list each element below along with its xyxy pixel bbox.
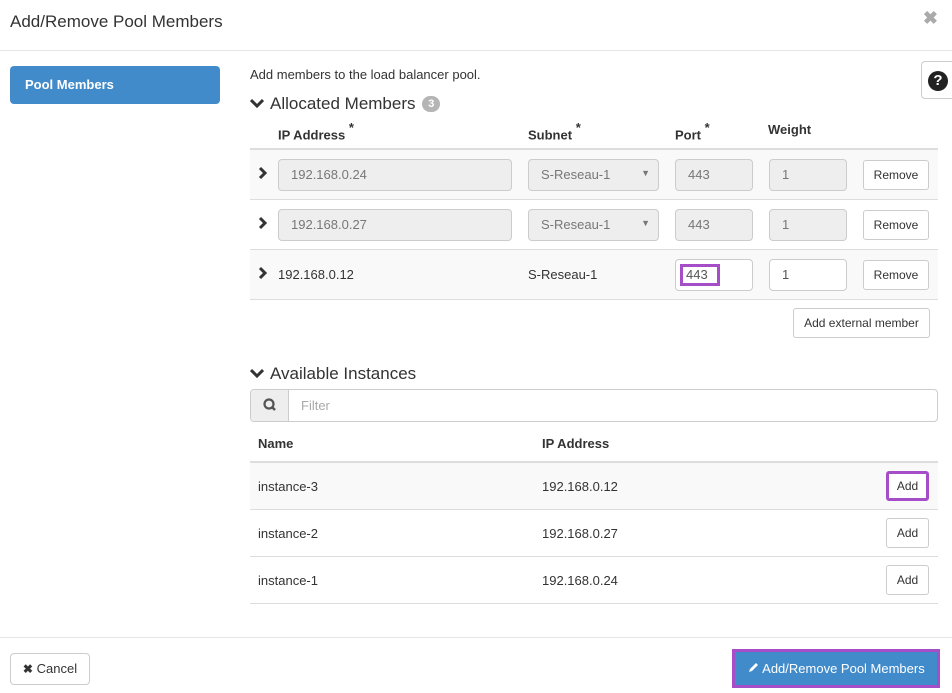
question-circle-icon: ? xyxy=(928,71,948,91)
chevron-right-icon[interactable] xyxy=(258,166,270,182)
allocated-members-toggle[interactable]: Allocated Members 3 xyxy=(249,93,441,114)
member-port-field: 443 xyxy=(675,159,753,191)
cancel-button[interactable]: ✖ Cancel xyxy=(10,653,90,685)
close-icon[interactable]: ✖ xyxy=(923,9,938,27)
member-row: 192.168.0.27 S-Reseau-1 ▼ 443 1 Remove xyxy=(250,200,938,250)
dropdown-arrow-icon: ▼ xyxy=(641,218,650,228)
instance-row: instance-1 192.168.0.24 Add xyxy=(250,557,938,604)
chevron-right-icon[interactable] xyxy=(258,216,270,232)
close-icon: ✖ xyxy=(22,662,33,676)
instance-name: instance-2 xyxy=(258,526,318,541)
allocated-members-title: Allocated Members xyxy=(270,94,416,113)
available-instances-title: Available Instances xyxy=(270,364,417,383)
search-icon xyxy=(251,390,289,421)
remove-button[interactable]: Remove xyxy=(863,210,929,240)
pencil-icon xyxy=(747,653,759,686)
member-subnet-select: S-Reseau-1 ▼ xyxy=(528,209,659,241)
highlight-box xyxy=(680,264,720,286)
filter-input[interactable] xyxy=(290,390,936,421)
column-subnet: Subnet * xyxy=(528,120,581,143)
dropdown-arrow-icon: ▼ xyxy=(641,168,650,178)
member-ip-text: 192.168.0.12 xyxy=(278,267,354,282)
instance-row: instance-3 192.168.0.12 Add xyxy=(250,463,938,510)
member-subnet-text: S-Reseau-1 xyxy=(528,267,598,282)
instance-ip: 192.168.0.12 xyxy=(542,479,618,494)
help-button[interactable]: ? xyxy=(921,61,952,99)
column-port: Port * xyxy=(675,120,710,143)
filter-group xyxy=(250,389,938,422)
instance-row: instance-2 192.168.0.27 Add xyxy=(250,510,938,557)
chevron-right-icon[interactable] xyxy=(258,266,270,282)
member-port-field: 443 xyxy=(675,209,753,241)
remove-button[interactable]: Remove xyxy=(863,160,929,190)
member-weight-input[interactable]: 1 xyxy=(769,259,847,291)
modal-title: Add/Remove Pool Members xyxy=(10,12,223,31)
chevron-down-icon xyxy=(249,363,266,383)
column-ip-address: IP Address * xyxy=(278,120,354,143)
add-instance-button[interactable]: Add xyxy=(886,518,929,548)
sidebar-item-pool-members[interactable]: Pool Members xyxy=(10,66,220,104)
column-weight: Weight xyxy=(768,122,812,137)
add-external-member-button[interactable]: Add external member xyxy=(793,308,930,338)
allocated-count-badge: 3 xyxy=(422,96,441,112)
chevron-down-icon xyxy=(249,93,266,113)
member-ip-field: 192.168.0.27 xyxy=(278,209,512,241)
instance-ip: 192.168.0.24 xyxy=(542,573,618,588)
member-weight-field: 1 xyxy=(769,159,847,191)
member-subnet-select: S-Reseau-1 ▼ xyxy=(528,159,659,191)
instance-name: instance-3 xyxy=(258,479,318,494)
sidebar-item-label: Pool Members xyxy=(25,77,114,92)
member-ip-field: 192.168.0.24 xyxy=(278,159,512,191)
instance-ip: 192.168.0.27 xyxy=(542,526,618,541)
member-row: 192.168.0.24 S-Reseau-1 ▼ 443 1 Remove xyxy=(250,150,938,200)
modal-header: Add/Remove Pool Members ✖ xyxy=(0,0,952,51)
footer-divider xyxy=(0,637,952,638)
member-weight-field: 1 xyxy=(769,209,847,241)
member-row: 192.168.0.12 S-Reseau-1 443 1 Remove xyxy=(250,250,938,300)
available-instances-toggle[interactable]: Available Instances xyxy=(249,363,417,384)
add-instance-button[interactable]: Add xyxy=(886,471,929,501)
add-instance-button[interactable]: Add xyxy=(886,565,929,595)
member-port-input[interactable]: 443 xyxy=(675,259,753,291)
submit-button[interactable]: Add/Remove Pool Members xyxy=(732,649,940,688)
column-ip-address: IP Address xyxy=(542,436,610,451)
instance-name: instance-1 xyxy=(258,573,318,588)
description: Add members to the load balancer pool. xyxy=(250,67,481,82)
remove-button[interactable]: Remove xyxy=(863,260,929,290)
column-name: Name xyxy=(258,436,294,451)
